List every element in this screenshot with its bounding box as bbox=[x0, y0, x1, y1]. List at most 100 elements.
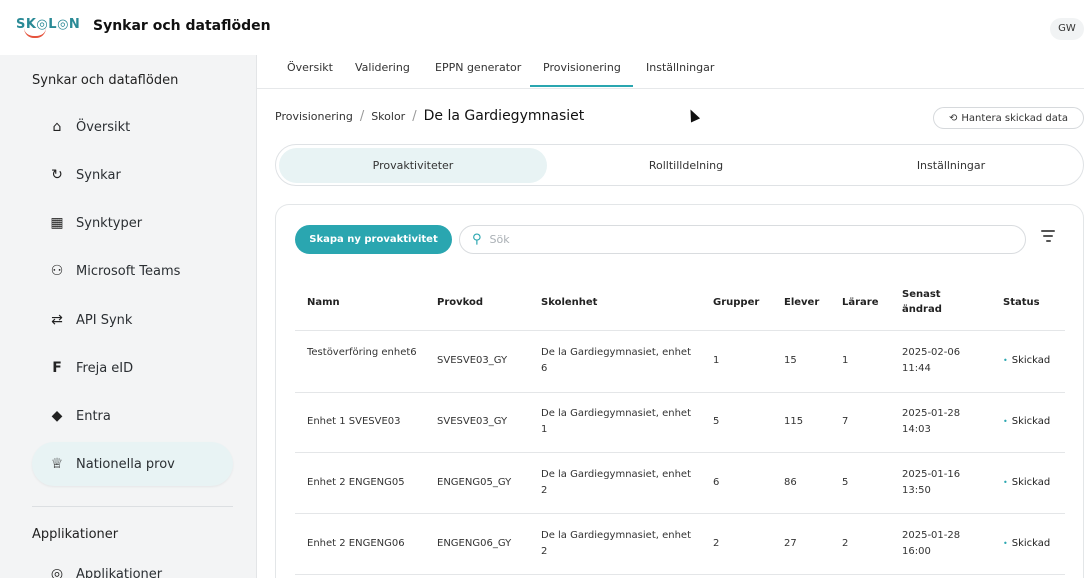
top-bar: SK◎L◎N Synkar och dataflöden GW bbox=[0, 0, 1084, 55]
filter-icon[interactable] bbox=[1040, 230, 1056, 248]
sidebar-divider bbox=[32, 506, 233, 507]
column-header-namn[interactable]: Namn bbox=[307, 295, 340, 310]
column-header-provkod[interactable]: Provkod bbox=[437, 295, 483, 310]
sidebar-item-label: Synkar bbox=[76, 167, 121, 183]
cell-grupper: 1 bbox=[713, 355, 720, 366]
cell-provkod: ENGENG05_GY bbox=[437, 477, 512, 488]
cell-skolenhet: De la Gardiegymnasiet, enhet 2 bbox=[541, 530, 691, 557]
segmented-control: Provaktiviteter Rolltilldelning Inställn… bbox=[275, 144, 1084, 186]
sidebar-item-label: Freja eID bbox=[76, 360, 134, 376]
cell-skolenhet: De la Gardiegymnasiet, enhet 1 bbox=[541, 408, 691, 435]
cell-elever: 115 bbox=[784, 416, 804, 427]
cell-provkod: ENGENG06_GY bbox=[437, 538, 512, 549]
segment-provaktiviteter[interactable]: Provaktiviteter bbox=[279, 148, 547, 183]
top-tabs: Översikt Validering EPPN generator Provi… bbox=[257, 55, 1084, 89]
status-label: Skickad bbox=[1011, 416, 1051, 427]
sidebar-item-label: Nationella prov bbox=[76, 456, 175, 472]
home-icon: ⌂ bbox=[52, 119, 62, 135]
segment-rolltilldelning[interactable]: Rolltilldelning bbox=[551, 148, 821, 183]
status-dot-icon: • bbox=[1003, 356, 1008, 365]
manage-sent-data-button[interactable]: ⟲ Hantera skickad data bbox=[933, 107, 1084, 129]
tab-provisionering[interactable]: Provisionering bbox=[530, 61, 633, 87]
column-header-larare[interactable]: Lärare bbox=[842, 295, 879, 310]
tab-eppn-generator[interactable]: EPPN generator bbox=[435, 61, 521, 87]
history-icon: ⟲ bbox=[949, 112, 958, 124]
status-badge: • Skickad bbox=[1003, 416, 1050, 427]
column-header-grupper[interactable]: Grupper bbox=[713, 295, 759, 310]
column-header-status[interactable]: Status bbox=[1003, 295, 1040, 310]
user-avatar[interactable]: GW bbox=[1050, 18, 1084, 40]
sidebar-item-freja-eid[interactable]: F Freja eID bbox=[32, 346, 233, 390]
sidebar-item-microsoft-teams[interactable]: ⚇ Microsoft Teams bbox=[32, 249, 233, 293]
cell-provkod: SVESVE03_GY bbox=[437, 416, 508, 427]
breadcrumb-skolor[interactable]: Skolor bbox=[371, 110, 405, 123]
column-header-senast-andrad[interactable]: Senast ändrad bbox=[902, 287, 962, 317]
cell-senast-andrad: 2025-02-06 11:44 bbox=[902, 347, 961, 374]
breadcrumb-separator: / bbox=[359, 109, 365, 124]
mouse-cursor-icon bbox=[685, 107, 701, 123]
trophy-icon: ♕ bbox=[50, 456, 64, 472]
sidebar-item-synkar[interactable]: ↻ Synkar bbox=[32, 153, 233, 197]
column-header-elever[interactable]: Elever bbox=[784, 295, 819, 310]
segment-installningar[interactable]: Inställningar bbox=[821, 148, 1081, 183]
sync-icon: ↻ bbox=[51, 167, 63, 183]
table-divider bbox=[295, 330, 1065, 331]
sidebar-item-synktyper[interactable]: ▦ Synktyper bbox=[32, 201, 233, 245]
logo-smile-icon bbox=[24, 28, 46, 38]
status-badge: • Skickad bbox=[1003, 355, 1050, 366]
status-label: Skickad bbox=[1011, 355, 1051, 366]
column-header-skolenhet[interactable]: Skolenhet bbox=[541, 295, 597, 310]
grid-icon: ▦ bbox=[50, 215, 64, 231]
sidebar-item-label: API Synk bbox=[76, 312, 133, 328]
table-divider bbox=[295, 574, 1065, 575]
cell-senast-andrad: 2025-01-28 16:00 bbox=[902, 530, 961, 557]
status-badge: • Skickad bbox=[1003, 477, 1050, 488]
freja-icon: F bbox=[52, 360, 62, 376]
cell-skolenhet: De la Gardiegymnasiet, enhet 6 bbox=[541, 347, 691, 374]
breadcrumb-provisionering[interactable]: Provisionering bbox=[275, 110, 353, 123]
content-card bbox=[275, 204, 1084, 578]
breadcrumb-current: De la Gardiegymnasiet bbox=[423, 108, 585, 124]
create-test-activity-button[interactable]: Skapa ny provaktivitet bbox=[295, 225, 452, 254]
teams-icon: ⚇ bbox=[50, 263, 64, 279]
cell-namn[interactable]: Enhet 1 SVESVE03 bbox=[307, 414, 417, 430]
status-dot-icon: • bbox=[1003, 478, 1008, 487]
tab-oversikt[interactable]: Översikt bbox=[287, 61, 333, 87]
app-title: Synkar och dataflöden bbox=[93, 18, 271, 34]
tab-validering[interactable]: Validering bbox=[355, 61, 410, 87]
cell-larare: 2 bbox=[842, 538, 849, 549]
status-dot-icon: • bbox=[1003, 417, 1008, 426]
entra-icon: ◆ bbox=[51, 408, 63, 424]
sidebar-item-label: Synktyper bbox=[76, 215, 143, 231]
cell-elever: 15 bbox=[784, 355, 797, 366]
cell-grupper: 2 bbox=[713, 538, 720, 549]
search-icon: ⚲ bbox=[472, 232, 482, 247]
sidebar-item-applikationer[interactable]: ◎ Applikationer bbox=[32, 564, 233, 578]
status-badge: • Skickad bbox=[1003, 538, 1050, 549]
cell-provkod: SVESVE03_GY bbox=[437, 355, 508, 366]
cell-namn[interactable]: Enhet 2 ENGENG05 bbox=[307, 475, 417, 491]
cell-namn[interactable]: Enhet 2 ENGENG06 bbox=[307, 536, 417, 552]
tab-installningar[interactable]: Inställningar bbox=[646, 61, 714, 87]
sidebar-section-title: Applikationer bbox=[32, 527, 119, 542]
status-label: Skickad bbox=[1011, 477, 1051, 488]
table-divider bbox=[295, 452, 1065, 453]
apps-icon: ◎ bbox=[50, 566, 64, 578]
sidebar-item-api-synk[interactable]: ⇄ API Synk bbox=[32, 298, 233, 342]
status-label: Skickad bbox=[1011, 538, 1051, 549]
tab-label: Provisionering bbox=[543, 61, 621, 74]
cell-elever: 86 bbox=[784, 477, 797, 488]
cell-grupper: 6 bbox=[713, 477, 720, 488]
sidebar-item-label: Översikt bbox=[76, 119, 131, 135]
cell-namn[interactable]: Testöverföring enhet6 bbox=[307, 345, 417, 361]
skolon-logo[interactable]: SK◎L◎N bbox=[16, 13, 80, 41]
sidebar-section-title: Synkar och dataflöden bbox=[32, 73, 179, 88]
table-divider bbox=[295, 392, 1065, 393]
search-input[interactable] bbox=[489, 233, 970, 246]
table-divider bbox=[295, 513, 1065, 514]
sidebar-item-oversikt[interactable]: ⌂ Översikt bbox=[32, 105, 233, 149]
sidebar-item-label: Entra bbox=[76, 408, 111, 424]
sidebar-item-entra[interactable]: ◆ Entra bbox=[32, 394, 233, 438]
manage-button-label: Hantera skickad data bbox=[961, 112, 1068, 124]
sidebar-item-nationella-prov[interactable]: ♕ Nationella prov bbox=[32, 442, 233, 486]
